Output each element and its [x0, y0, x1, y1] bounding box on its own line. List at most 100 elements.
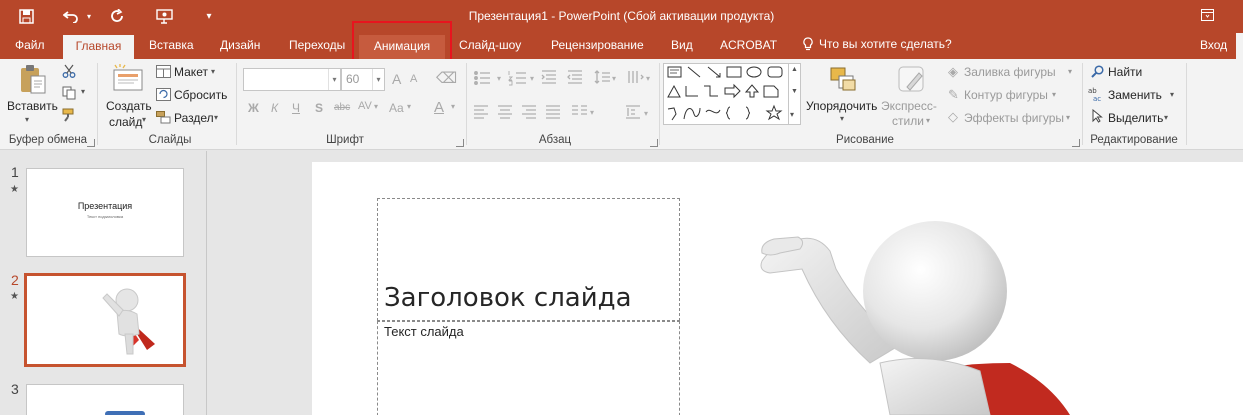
replace-button[interactable]: Заменить [1108, 88, 1162, 102]
slide-thumbnail-3[interactable] [26, 384, 184, 415]
paste-button[interactable]: Вставить [7, 99, 58, 113]
font-color-dropdown-icon[interactable]: ▾ [451, 102, 455, 111]
quick-styles-button-line2[interactable]: стили [892, 114, 924, 128]
shape-fill-icon[interactable]: ◈ [948, 64, 958, 80]
font-color-icon[interactable]: A [434, 99, 444, 116]
shape-effects-dropdown-icon[interactable]: ▾ [1066, 113, 1070, 122]
layout-button[interactable]: Макет [174, 65, 208, 79]
font-launcher-icon[interactable] [456, 139, 464, 147]
gallery-more-icon[interactable]: ▾ [790, 110, 794, 119]
tab-home[interactable]: Главная [63, 35, 134, 59]
format-painter-icon[interactable] [61, 107, 77, 123]
new-slide-button-line1[interactable]: Создать [106, 99, 152, 113]
shape-effects-button[interactable]: Эффекты фигуры [964, 111, 1064, 125]
replace-icon[interactable]: ab ac [1088, 86, 1106, 102]
tab-insert[interactable]: Вставка [149, 37, 194, 59]
underline-icon[interactable]: Ч [292, 101, 300, 115]
slide-thumbnail-2[interactable] [24, 273, 186, 367]
shape-effects-icon[interactable]: ◇ [948, 109, 958, 125]
cut-icon[interactable] [61, 63, 77, 79]
section-button[interactable]: Раздел [174, 111, 214, 125]
shapes-gallery[interactable] [663, 63, 789, 125]
thumbnail-superhero-image [102, 288, 155, 355]
svg-text:ac: ac [1093, 95, 1101, 102]
font-size-dropdown-icon[interactable]: ▾ [372, 69, 384, 90]
grow-font-icon[interactable]: A [392, 71, 401, 87]
section-dropdown-icon[interactable]: ▾ [214, 113, 218, 122]
shapes-gallery-scroll[interactable]: ▲ ▼ ▾ [789, 63, 801, 125]
tell-me-text: Что вы хотите сделать? [819, 37, 952, 51]
shape-fill-dropdown-icon[interactable]: ▾ [1068, 67, 1072, 76]
paragraph-controls[interactable]: ▾ ▾ ▾ ▾ ▾ ▾ [472, 69, 657, 129]
thumbnail-number: 3 [11, 381, 19, 397]
change-case-icon[interactable]: Aa [389, 101, 404, 115]
find-icon[interactable] [1090, 64, 1104, 78]
slide-body-text[interactable]: Текст слайда [384, 324, 464, 339]
shrink-font-icon[interactable]: A [410, 73, 417, 85]
italic-icon[interactable]: К [271, 101, 278, 115]
select-icon[interactable] [1091, 109, 1103, 123]
clipboard-group-label: Буфер обмена [8, 134, 88, 146]
reset-icon[interactable] [155, 87, 171, 101]
shadow-icon[interactable]: S [315, 101, 323, 115]
paste-icon[interactable] [17, 63, 49, 95]
group-separator [466, 63, 467, 145]
gallery-down-icon[interactable]: ▼ [791, 88, 798, 95]
tab-review[interactable]: Рецензирование [551, 37, 644, 59]
tab-acrobat[interactable]: ACROBAT [720, 37, 777, 59]
bold-icon[interactable]: Ж [248, 101, 259, 115]
font-name-dropdown-icon[interactable]: ▾ [328, 69, 340, 90]
gallery-up-icon[interactable]: ▲ [791, 66, 798, 73]
font-name-combo[interactable]: ▾ [243, 68, 341, 91]
layout-icon[interactable] [155, 64, 171, 78]
quick-styles-icon[interactable] [896, 65, 928, 95]
font-group-label: Шрифт [326, 134, 364, 146]
clipboard-launcher-icon[interactable] [87, 139, 95, 147]
arrange-button[interactable]: Упорядочить [806, 99, 877, 113]
char-spacing-icon[interactable]: AV [358, 100, 372, 112]
editing-group-label: Редактирование [1090, 134, 1178, 146]
shape-outline-icon[interactable]: ✎ [948, 87, 959, 103]
copy-icon[interactable] [61, 85, 77, 101]
drawing-launcher-icon[interactable] [1072, 139, 1080, 147]
layout-dropdown-icon[interactable]: ▾ [211, 67, 215, 76]
signin-link[interactable]: Вход [1200, 37, 1227, 59]
find-button[interactable]: Найти [1108, 65, 1142, 79]
superhero-figure-image[interactable] [740, 213, 1080, 415]
clear-formatting-icon[interactable]: ⌫ [436, 69, 457, 87]
arrange-icon[interactable] [828, 65, 858, 95]
tab-transitions[interactable]: Переходы [289, 37, 345, 59]
slide-title-text[interactable]: Заголовок слайда [384, 283, 632, 313]
tab-view[interactable]: Вид [671, 37, 693, 59]
paste-dropdown-icon[interactable]: ▾ [25, 115, 29, 124]
char-spacing-dropdown-icon[interactable]: ▾ [374, 102, 378, 111]
quick-styles-dropdown-icon[interactable]: ▾ [926, 116, 930, 125]
select-dropdown-icon[interactable]: ▾ [1164, 113, 1168, 122]
new-slide-icon[interactable] [111, 63, 145, 93]
copy-dropdown-icon[interactable]: ▾ [81, 87, 85, 96]
replace-dropdown-icon[interactable]: ▾ [1170, 90, 1174, 99]
paragraph-launcher-icon[interactable] [650, 139, 658, 147]
new-slide-dropdown-icon[interactable]: ▾ [142, 115, 146, 124]
strikethrough-icon[interactable]: abc [334, 102, 350, 113]
ribbon-display-options-icon[interactable] [1196, 4, 1218, 26]
reset-button[interactable]: Сбросить [174, 88, 227, 102]
shape-fill-button[interactable]: Заливка фигуры [964, 65, 1056, 79]
font-size-combo[interactable]: 60 ▾ [341, 68, 385, 91]
shape-outline-button[interactable]: Контур фигуры [964, 88, 1048, 102]
quick-styles-button-line1[interactable]: Экспресс- [881, 99, 937, 113]
shape-outline-dropdown-icon[interactable]: ▾ [1052, 90, 1056, 99]
arrange-dropdown-icon[interactable]: ▾ [840, 114, 844, 123]
tab-file[interactable]: Файл [15, 37, 45, 59]
select-button[interactable]: Выделить [1108, 111, 1163, 125]
tab-slideshow[interactable]: Слайд-шоу [459, 37, 521, 59]
animation-star-icon: ★ [10, 291, 19, 302]
tab-design[interactable]: Дизайн [220, 37, 260, 59]
ribbon-tabs: Файл Главная Вставка Дизайн Переходы Ани… [0, 32, 1243, 59]
shapes-gallery-icons[interactable] [664, 64, 788, 124]
slide-thumbnail-1[interactable]: Презентация Текст подзаголовка [26, 168, 184, 257]
new-slide-button-line2[interactable]: слайд [109, 115, 142, 129]
section-icon[interactable] [155, 110, 171, 124]
change-case-dropdown-icon[interactable]: ▾ [407, 102, 411, 111]
tell-me-box[interactable]: Что вы хотите сделать? [803, 37, 952, 51]
